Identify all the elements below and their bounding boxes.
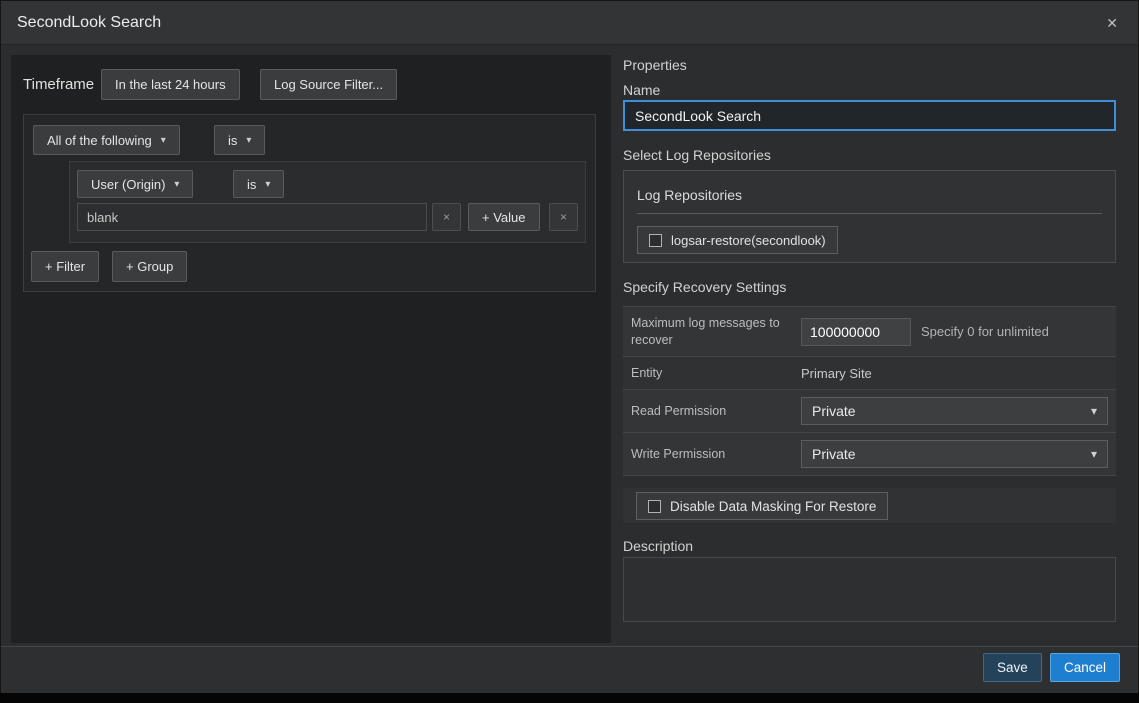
select-log-repositories-label: Select Log Repositories bbox=[623, 147, 771, 163]
save-button[interactable]: Save bbox=[983, 653, 1042, 682]
add-value-button[interactable]: + Value bbox=[468, 203, 540, 231]
divider bbox=[637, 213, 1102, 214]
entity-label: Entity bbox=[623, 365, 801, 382]
group-operator-label: All of the following bbox=[47, 133, 152, 148]
repository-item[interactable]: logsar-restore(secondlook) bbox=[637, 226, 838, 254]
disable-data-masking-checkbox[interactable] bbox=[648, 500, 661, 513]
remove-filter-button[interactable]: × bbox=[549, 203, 578, 231]
table-row: Write Permission Private ▾ bbox=[623, 433, 1116, 476]
unlimited-hint: Specify 0 for unlimited bbox=[921, 324, 1049, 339]
write-permission-select[interactable]: Private ▾ bbox=[801, 440, 1108, 468]
timeframe-button[interactable]: In the last 24 hours bbox=[101, 69, 240, 100]
dialog-title: SecondLook Search bbox=[17, 14, 161, 32]
close-icon[interactable]: ✕ bbox=[1102, 12, 1122, 34]
table-row: Read Permission Private ▾ bbox=[623, 390, 1116, 433]
log-repositories-header: Log Repositories bbox=[637, 187, 742, 203]
title-bar: SecondLook Search ✕ bbox=[1, 1, 1138, 45]
rule-value-input[interactable] bbox=[77, 203, 427, 231]
table-row: Entity Primary Site bbox=[623, 357, 1116, 390]
max-log-messages-label: Maximum log messages to recover bbox=[623, 315, 801, 349]
entity-value: Primary Site bbox=[801, 366, 872, 381]
read-permission-value: Private bbox=[812, 403, 856, 419]
name-label: Name bbox=[623, 82, 660, 98]
rule-field-label: User (Origin) bbox=[91, 177, 165, 192]
remove-icon: × bbox=[443, 210, 450, 224]
log-source-filter-button[interactable]: Log Source Filter... bbox=[260, 69, 397, 100]
footer-bar: Save Cancel bbox=[1, 646, 1138, 693]
max-log-messages-input[interactable] bbox=[801, 318, 911, 346]
secondlook-search-dialog: SecondLook Search ✕ Timeframe In the las… bbox=[0, 0, 1139, 692]
description-textarea[interactable] bbox=[623, 557, 1116, 622]
chevron-down-icon: ▾ bbox=[174, 178, 179, 190]
disable-data-masking-option[interactable]: Disable Data Masking For Restore bbox=[636, 492, 888, 520]
table-row: Maximum log messages to recover Specify … bbox=[623, 307, 1116, 357]
description-label: Description bbox=[623, 538, 693, 554]
chevron-down-icon: ▾ bbox=[1091, 404, 1097, 418]
repository-checkbox[interactable] bbox=[649, 234, 662, 247]
remove-icon: × bbox=[560, 210, 567, 224]
timeframe-label: Timeframe bbox=[23, 76, 94, 93]
properties-label: Properties bbox=[623, 57, 687, 73]
group-operator-dropdown[interactable]: All of the following ▾ bbox=[33, 125, 180, 155]
group-condition-label: is bbox=[228, 133, 237, 148]
chevron-down-icon: ▾ bbox=[265, 178, 270, 190]
remove-value-button[interactable]: × bbox=[432, 203, 461, 231]
chevron-down-icon: ▾ bbox=[1091, 447, 1097, 461]
rule-field-dropdown[interactable]: User (Origin) ▾ bbox=[77, 170, 193, 198]
rule-condition-dropdown[interactable]: is ▾ bbox=[233, 170, 284, 198]
disable-data-masking-label: Disable Data Masking For Restore bbox=[670, 499, 876, 514]
add-group-button[interactable]: + Group bbox=[112, 251, 187, 282]
data-masking-box: Disable Data Masking For Restore bbox=[623, 488, 1116, 523]
rule-condition-label: is bbox=[247, 177, 256, 192]
chevron-down-icon: ▾ bbox=[246, 134, 251, 146]
chevron-down-icon: ▾ bbox=[161, 134, 166, 146]
cancel-button[interactable]: Cancel bbox=[1050, 653, 1120, 682]
recovery-settings-label: Specify Recovery Settings bbox=[623, 279, 786, 295]
write-permission-value: Private bbox=[812, 446, 856, 462]
add-filter-button[interactable]: + Filter bbox=[31, 251, 99, 282]
write-permission-label: Write Permission bbox=[623, 446, 801, 463]
repository-item-label: logsar-restore(secondlook) bbox=[671, 233, 826, 248]
recovery-settings-table: Maximum log messages to recover Specify … bbox=[623, 306, 1116, 476]
group-condition-dropdown[interactable]: is ▾ bbox=[214, 125, 265, 155]
read-permission-select[interactable]: Private ▾ bbox=[801, 397, 1108, 425]
log-repositories-box: Log Repositories logsar-restore(secondlo… bbox=[623, 170, 1116, 263]
read-permission-label: Read Permission bbox=[623, 403, 801, 420]
name-input[interactable] bbox=[623, 100, 1116, 131]
